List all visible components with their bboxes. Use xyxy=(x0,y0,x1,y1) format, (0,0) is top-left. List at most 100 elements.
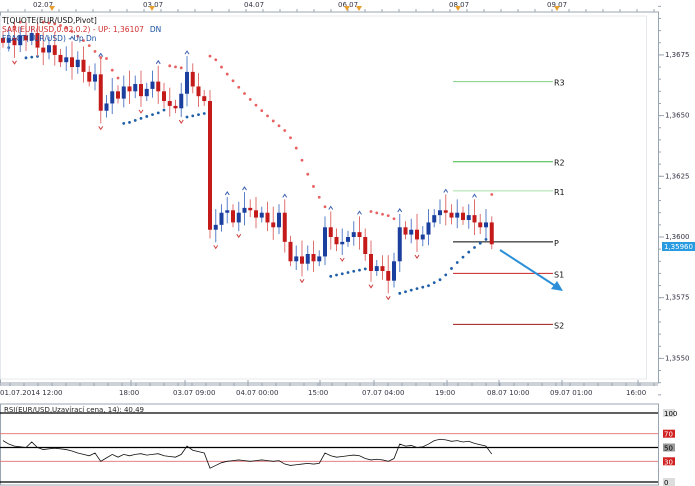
candle-body xyxy=(363,237,368,254)
sar-dot xyxy=(375,211,379,215)
rsi-level-label: 0 xyxy=(664,479,668,486)
sar-dot xyxy=(277,124,281,128)
rsi-level-label: 50 xyxy=(664,445,673,453)
sar-legend-dn: DN xyxy=(149,25,162,34)
fractal-down-icon xyxy=(12,60,17,65)
fractal-down-icon xyxy=(385,296,391,301)
sar-dot xyxy=(438,278,442,282)
candle-body xyxy=(225,210,230,213)
candle-body xyxy=(121,86,126,99)
sar-dot xyxy=(404,290,407,294)
candle xyxy=(190,63,195,94)
sar-dot xyxy=(243,92,246,95)
time-tick-label: 15:00 xyxy=(308,389,328,397)
price-tick-label: 1,3650 xyxy=(665,112,690,120)
candle xyxy=(225,196,230,224)
candle xyxy=(277,204,281,235)
time-tick-label: 19:00 xyxy=(435,389,455,397)
candle xyxy=(305,245,310,271)
candle xyxy=(150,70,155,98)
candle xyxy=(300,240,304,277)
price-tick-label: 1,3675 xyxy=(665,51,690,59)
rsi-level-label: 100 xyxy=(664,410,677,418)
candle xyxy=(323,216,327,266)
candle xyxy=(231,204,235,228)
candle xyxy=(121,75,126,108)
price-axis[interactable]: 1,3675 1,3650 1,3625 1,3600 1,3575 1,3550 xyxy=(658,0,690,396)
fractal-up-icon xyxy=(224,191,230,196)
fractal-down-icon xyxy=(414,254,420,259)
candle-body xyxy=(288,241,293,262)
sar-dot xyxy=(87,44,91,48)
fractal-legend: FRACT(EUR/USD) - Up Dn xyxy=(2,34,97,43)
sar-dot xyxy=(145,115,149,118)
candle-body xyxy=(75,59,80,68)
time-tick-label: 18:00 xyxy=(119,389,139,397)
sar-dot xyxy=(220,65,223,69)
current-price-text: 1,35960 xyxy=(664,243,693,251)
candle xyxy=(179,82,184,118)
candle xyxy=(254,196,258,229)
trend-arrow-line xyxy=(499,249,558,288)
rsi-level-label: 30 xyxy=(664,458,673,466)
sar-dot xyxy=(444,273,448,277)
candle-body xyxy=(294,256,299,262)
candle-body xyxy=(346,237,350,242)
price-tick-label: 1,3600 xyxy=(665,233,690,241)
pivot-label-s1: S1 xyxy=(554,270,564,279)
candle-body xyxy=(52,45,57,55)
candle xyxy=(455,199,460,229)
sar-dot xyxy=(139,116,143,120)
fractal-up-icon xyxy=(472,193,477,198)
sar-dot xyxy=(225,72,229,76)
candle-body xyxy=(213,224,218,230)
sar-dot xyxy=(415,287,419,291)
candle-body xyxy=(334,237,339,245)
candle-body xyxy=(420,234,425,240)
sar-dot xyxy=(352,269,356,273)
fractal-down-icon xyxy=(98,126,104,131)
candle xyxy=(392,252,396,288)
sar-dot xyxy=(473,246,476,249)
sar-dot xyxy=(427,284,430,288)
fractal-down-icon xyxy=(236,233,242,239)
candles xyxy=(1,22,494,294)
sar-dot xyxy=(421,285,425,289)
sar-dot xyxy=(197,113,200,117)
candle-body xyxy=(478,222,483,228)
sar-dot xyxy=(409,288,413,292)
candle xyxy=(167,87,172,117)
candle-body xyxy=(489,222,494,245)
candle xyxy=(93,63,97,91)
candle xyxy=(328,211,333,250)
candle-body xyxy=(179,93,184,109)
candle xyxy=(380,255,385,280)
sar-dot xyxy=(289,136,292,140)
sar-dot xyxy=(386,214,390,218)
candle-body xyxy=(409,229,414,235)
sar-dot xyxy=(24,56,28,60)
candle-body xyxy=(369,253,373,271)
sar-dot xyxy=(237,85,241,89)
candle xyxy=(334,228,339,252)
fractal-up-icon xyxy=(98,52,104,57)
candle xyxy=(374,260,379,276)
sar-dot xyxy=(381,212,384,216)
parabolic-sar xyxy=(7,20,494,295)
fractal-up-icon xyxy=(357,210,362,215)
candle-body xyxy=(277,212,281,228)
time-tick-label: 04.07 00:00 xyxy=(236,389,278,397)
candle xyxy=(64,46,69,71)
pivot-label-r2: R2 xyxy=(554,159,565,168)
candle-body xyxy=(231,210,235,223)
sar-dot xyxy=(294,146,298,150)
candle-body xyxy=(282,212,287,242)
candle xyxy=(202,90,207,106)
candle-body xyxy=(259,212,264,218)
sar-dot xyxy=(478,241,482,245)
time-tick-label: 01.07.2014 12:00 xyxy=(0,389,62,397)
candle xyxy=(409,218,414,244)
price-tick-label: 1,3550 xyxy=(665,354,690,362)
candle-body xyxy=(426,222,431,235)
rsi-panel: 100 70 50 30 0 xyxy=(0,403,677,486)
